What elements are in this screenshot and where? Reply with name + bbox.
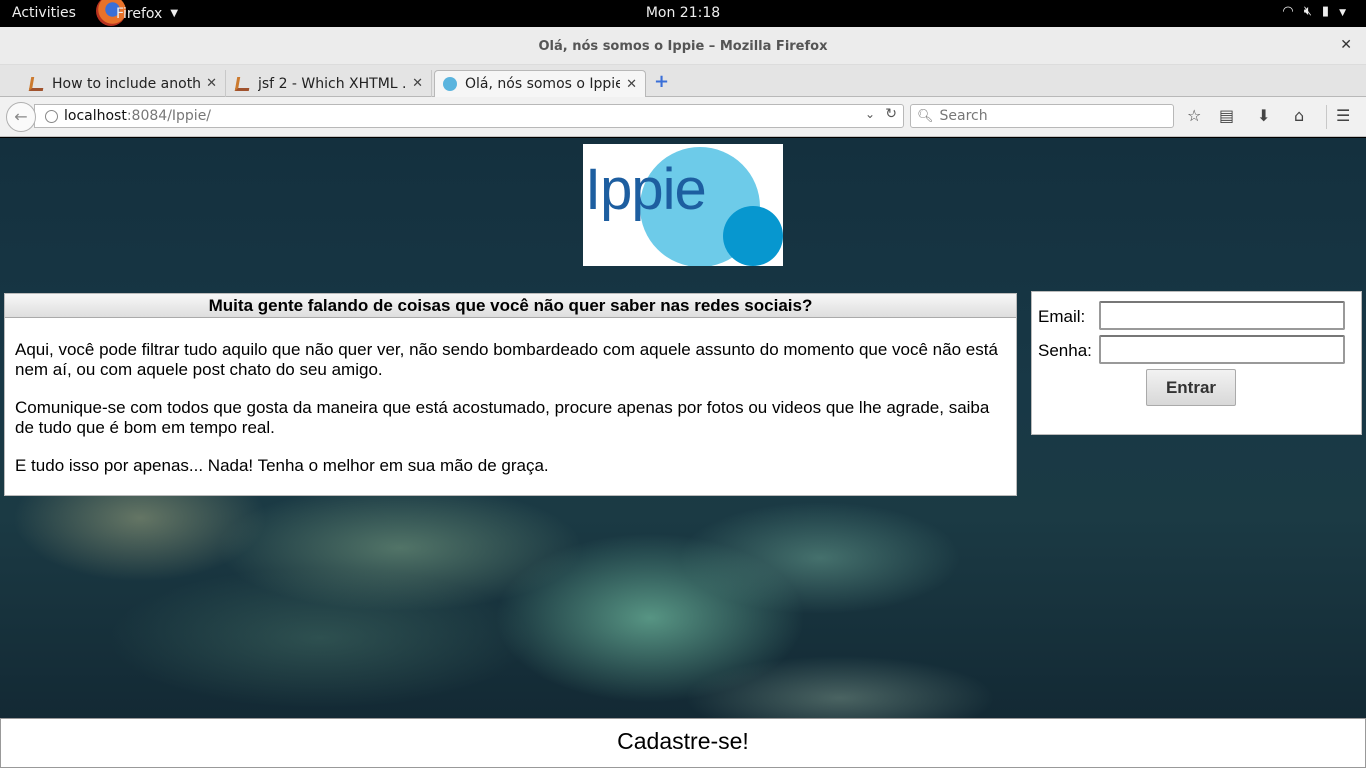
search-icon: 🔍︎ bbox=[917, 108, 934, 124]
stackoverflow-icon bbox=[234, 76, 252, 91]
volume-muted-icon: 🔇︎ bbox=[1303, 4, 1312, 19]
info-paragraph: Aqui, você pode filtrar tudo aquilo que … bbox=[15, 340, 998, 379]
search-input[interactable] bbox=[939, 108, 1160, 124]
globe-icon bbox=[45, 109, 58, 123]
close-tab-icon[interactable]: ✕ bbox=[200, 76, 217, 91]
tab-bar: How to include anoth... ✕ jsf 2 - Which … bbox=[0, 65, 1366, 97]
info-heading: Muita gente falando de coisas que você n… bbox=[5, 294, 1016, 318]
login-button[interactable]: Entrar bbox=[1146, 369, 1236, 406]
tab-jsf-2[interactable]: jsf 2 - Which XHTML ... ✕ bbox=[228, 70, 432, 97]
password-label: Senha: bbox=[1038, 341, 1092, 360]
tab-ippie[interactable]: Olá, nós somos o Ippie ✕ bbox=[434, 70, 646, 97]
system-top-bar: Activities Firefox ▼ Mon 21:18 ◠ 🔇︎ ▮ ▼ bbox=[0, 0, 1366, 27]
system-tray[interactable]: ◠ 🔇︎ ▮ ▼ bbox=[1282, 4, 1346, 22]
bookmarks-list-icon[interactable]: ▤ bbox=[1219, 106, 1234, 125]
tab-label: jsf 2 - Which XHTML ... bbox=[258, 75, 407, 92]
password-field[interactable] bbox=[1099, 335, 1345, 364]
ippie-logo: Ippie bbox=[583, 144, 783, 266]
email-field[interactable] bbox=[1099, 301, 1345, 330]
url-path: :8084/Ippie/ bbox=[126, 108, 212, 124]
chevron-down-icon: ▼ bbox=[1339, 8, 1346, 18]
url-host: localhost bbox=[64, 108, 127, 124]
new-tab-icon[interactable]: + bbox=[654, 71, 669, 92]
chevron-down-icon[interactable]: ⌄ bbox=[865, 107, 875, 121]
battery-icon: ▮ bbox=[1321, 4, 1330, 19]
info-paragraph: Comunique-se com todos que gosta da mane… bbox=[15, 398, 990, 437]
email-label: Email: bbox=[1038, 307, 1086, 326]
info-paragraph: E tudo isso por apenas... Nada! Tenha o … bbox=[15, 456, 549, 475]
info-body: Aqui, você pode filtrar tudo aquilo que … bbox=[5, 318, 1016, 476]
url-bar[interactable]: localhost:8084/Ippie/ ⌄ ↻ bbox=[34, 104, 904, 128]
logo-text: Ippie bbox=[585, 157, 707, 222]
tab-how-to-include[interactable]: How to include anoth... ✕ bbox=[22, 70, 226, 97]
home-icon[interactable]: ⌂ bbox=[1294, 106, 1304, 125]
info-panel: Muita gente falando de coisas que você n… bbox=[4, 293, 1017, 496]
signup-button[interactable]: Cadastre-se! bbox=[0, 718, 1366, 768]
clock[interactable]: Mon 21:18 bbox=[0, 5, 1366, 21]
bookmark-star-icon[interactable]: ☆ bbox=[1187, 106, 1201, 125]
menu-icon[interactable]: ☰ bbox=[1336, 106, 1350, 125]
ippie-favicon-icon bbox=[443, 77, 457, 91]
logo-dark-circle bbox=[723, 206, 783, 266]
tab-label: Olá, nós somos o Ippie bbox=[465, 76, 621, 92]
page-content: Ippie Muita gente falando de coisas que … bbox=[0, 138, 1366, 768]
window-titlebar: Olá, nós somos o Ippie – Mozilla Firefox… bbox=[0, 27, 1366, 65]
stackoverflow-icon bbox=[28, 76, 46, 91]
download-icon[interactable]: ⬇ bbox=[1257, 106, 1270, 125]
reload-icon[interactable]: ↻ bbox=[885, 106, 897, 122]
close-window-icon[interactable]: ✕ bbox=[1340, 37, 1352, 53]
search-bar[interactable]: 🔍︎ bbox=[910, 104, 1174, 128]
close-tab-icon[interactable]: ✕ bbox=[620, 77, 637, 92]
login-form: Email: Senha: Entrar bbox=[1031, 291, 1362, 435]
back-button[interactable]: ← bbox=[6, 102, 36, 132]
toolbar-separator bbox=[1326, 105, 1327, 129]
arrow-left-icon: ← bbox=[14, 107, 28, 126]
tab-label: How to include anoth... bbox=[52, 75, 201, 92]
navigation-toolbar: localhost:8084/Ippie/ ⌄ ↻ ← 🔍︎ ☆ ▤ ⬇ ⌂ ☰ bbox=[0, 97, 1366, 137]
window-title: Olá, nós somos o Ippie – Mozilla Firefox bbox=[538, 39, 828, 54]
close-tab-icon[interactable]: ✕ bbox=[406, 76, 423, 91]
wifi-icon: ◠ bbox=[1282, 4, 1294, 19]
